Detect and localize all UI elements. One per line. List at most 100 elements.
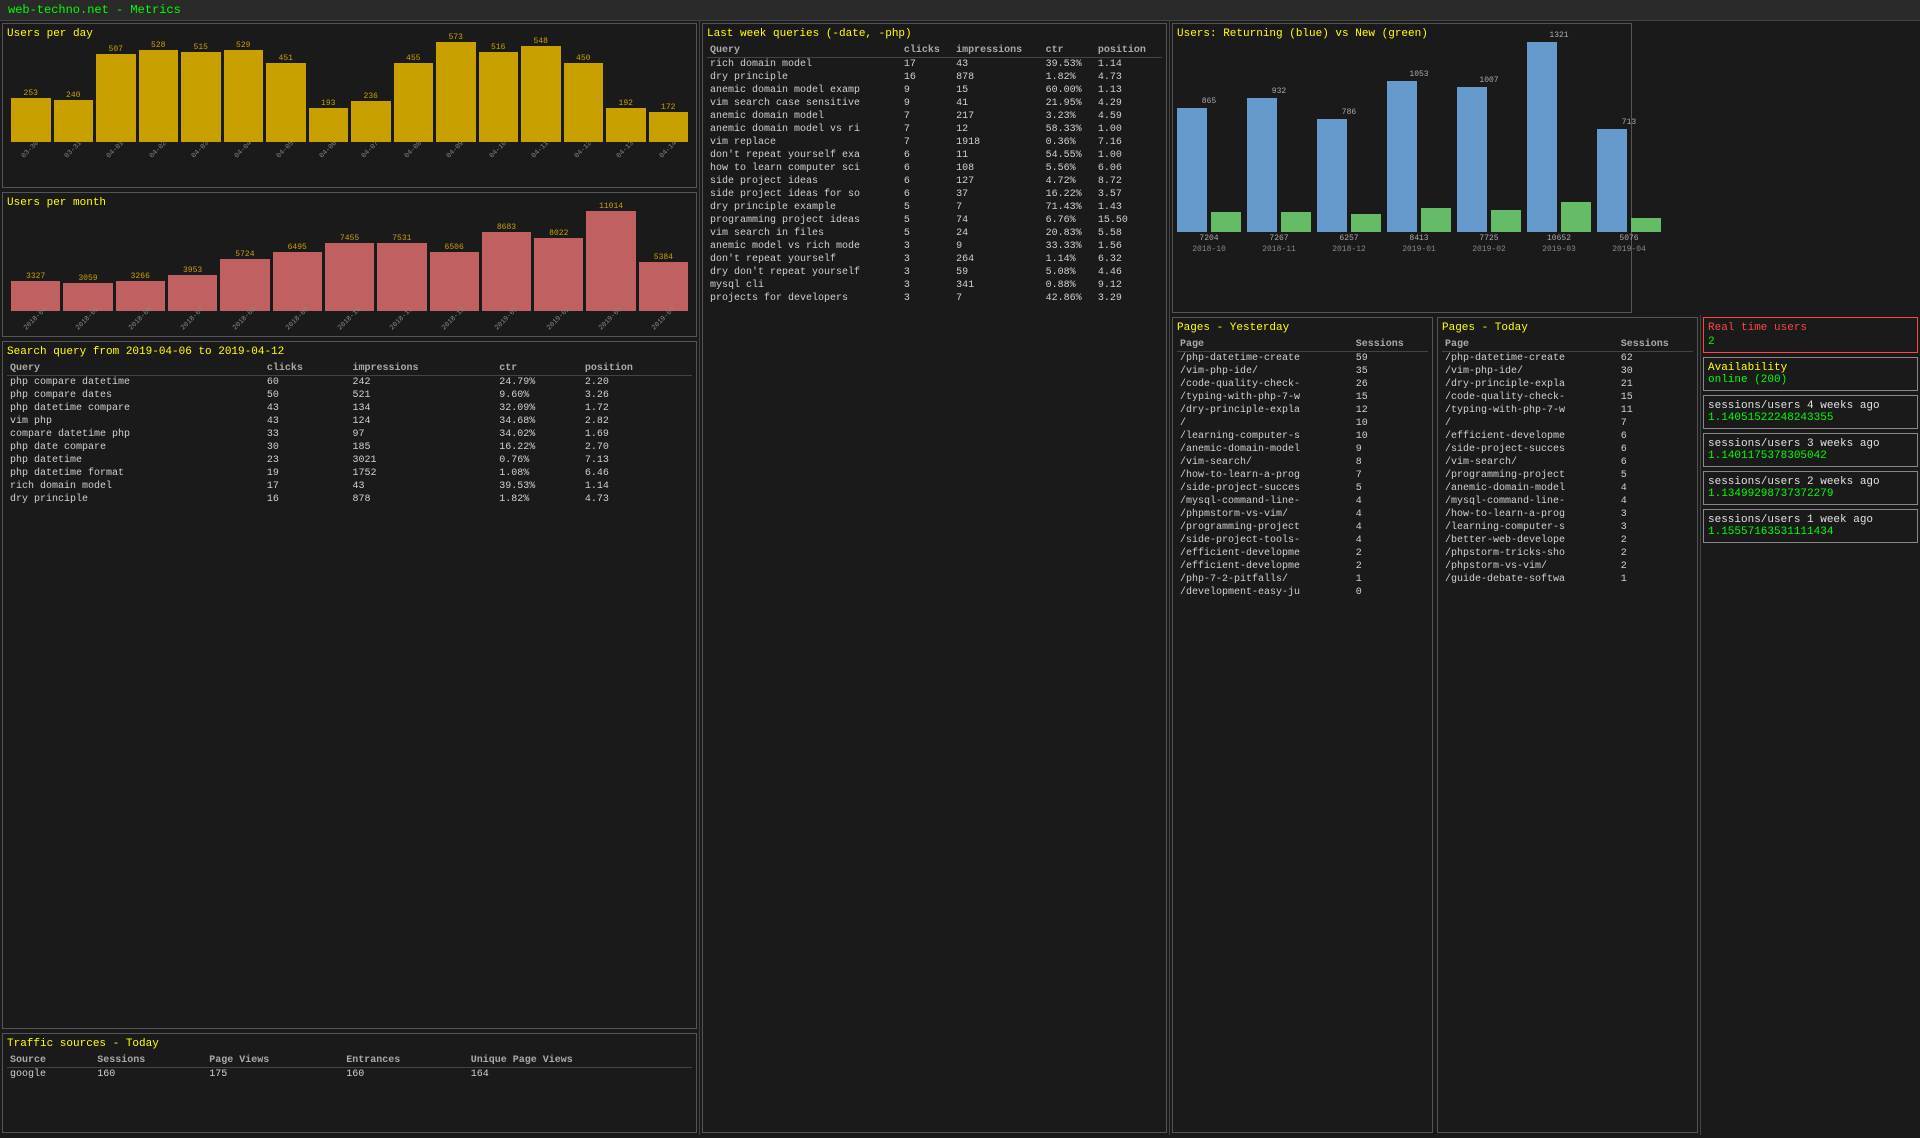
search-query-table: Query clicks impressions ctr position ph… <box>7 362 692 506</box>
table-row: /mysql-command-line-4 <box>1177 495 1428 508</box>
returning-bars: 865 7204 2018-10 932 7267 2018-11 786 62… <box>1177 44 1627 254</box>
lw-col-impressions: impressions <box>953 44 1043 58</box>
sessions-1w-value: 1.15557163531111434 <box>1708 526 1913 538</box>
table-row: /anemic-domain-model4 <box>1442 482 1693 495</box>
table-row: /typing-with-php-7-w11 <box>1442 404 1693 417</box>
table-row: google160175160164 <box>7 1068 692 1082</box>
table-row: /learning-computer-s3 <box>1442 521 1693 534</box>
title-bar: web-techno.net - Metrics <box>0 0 1920 21</box>
table-row: php compare datetime6024224.79%2.20 <box>7 376 692 390</box>
day-bar-item: 192 04-13 <box>606 97 646 154</box>
table-row: /10 <box>1177 417 1428 430</box>
table-row: /guide-debate-softwa1 <box>1442 573 1693 586</box>
traffic-sources-section: Traffic sources - Today Source Sessions … <box>2 1033 697 1133</box>
table-row: /vim-search/8 <box>1177 456 1428 469</box>
month-bar-chart: 3327 2018-04 3059 2018-05 3266 2018-06 3… <box>7 213 692 323</box>
table-row: compare datetime php339734.02%1.69 <box>7 428 692 441</box>
traffic-sources-table: Source Sessions Page Views Entrances Uni… <box>7 1054 692 1081</box>
realtime-box: Real time users 2 <box>1703 317 1918 353</box>
table-row: /development-easy-ju0 <box>1177 586 1428 599</box>
day-bar-item: 515 04-03 <box>181 41 221 154</box>
table-row: vim replace719180.36%7.16 <box>707 136 1162 149</box>
table-row: /anemic-domain-model9 <box>1177 443 1428 456</box>
last-week-queries-section: Last week queries (-date, -php) Query cl… <box>702 23 1167 1133</box>
right-info-panel: Real time users 2 Availability online (2… <box>1700 315 1920 1135</box>
table-row: don't repeat yourself32641.14%6.32 <box>707 253 1162 266</box>
day-bar-item: 548 04-11 <box>521 35 561 154</box>
sessions-2w-label: sessions/users 2 weeks ago <box>1708 476 1913 488</box>
sessions-2w-value: 1.13499298737372279 <box>1708 488 1913 500</box>
table-row: /efficient-developme2 <box>1177 560 1428 573</box>
table-row: side project ideas for so63716.22%3.57 <box>707 188 1162 201</box>
users-per-day-chart: Users per day 253 03-30 240 03-31 507 04… <box>2 23 697 188</box>
table-row: /mysql-command-line-4 <box>1442 495 1693 508</box>
sessions-1w-box: sessions/users 1 week ago 1.155571635311… <box>1703 509 1918 543</box>
table-row: /programming-project4 <box>1177 521 1428 534</box>
table-row: /7 <box>1442 417 1693 430</box>
table-row: /dry-principle-expla21 <box>1442 378 1693 391</box>
table-row: /efficient-developme2 <box>1177 547 1428 560</box>
ret-bar-group: 1007 7725 2019-02 <box>1457 76 1521 254</box>
day-bar-item: 451 04-05 <box>266 52 306 154</box>
month-bar-item: 7531 2018-11 <box>377 232 426 323</box>
table-row: anemic domain model examp91560.00%1.13 <box>707 84 1162 97</box>
ret-bar-group: 1053 8413 2019-01 <box>1387 70 1451 254</box>
table-row: php date compare3018516.22%2.70 <box>7 441 692 454</box>
table-row: /vim-php-ide/30 <box>1442 365 1693 378</box>
table-row: /side-project-tools-4 <box>1177 534 1428 547</box>
table-row: /efficient-developme6 <box>1442 430 1693 443</box>
ret-bar-group: 932 7267 2018-11 <box>1247 87 1311 254</box>
day-bar-item: 529 04-04 <box>224 39 264 154</box>
day-bar-item: 236 04-07 <box>351 90 391 154</box>
sessions-4w-value: 1.14051522248243355 <box>1708 412 1913 424</box>
sessions-3w-box: sessions/users 3 weeks ago 1.14011753783… <box>1703 433 1918 467</box>
day-bar-item: 240 03-31 <box>54 89 94 154</box>
pages-yesterday-section: Pages - Yesterday Page Sessions /php-dat… <box>1172 317 1433 1133</box>
day-bar-item: 253 03-30 <box>11 87 51 154</box>
sessions-3w-label: sessions/users 3 weeks ago <box>1708 438 1913 450</box>
month-bar-item: 5384 2019-04 <box>639 251 688 323</box>
table-row: rich domain model174339.53%1.14 <box>7 480 692 493</box>
realtime-value: 2 <box>1708 336 1913 348</box>
table-row: /vim-php-ide/35 <box>1177 365 1428 378</box>
ts-col-source: Source <box>7 1054 94 1068</box>
table-row: php compare dates505219.60%3.26 <box>7 389 692 402</box>
month-bar-item: 11014 2019-03 <box>586 200 635 323</box>
sq-col-query: Query <box>7 362 264 376</box>
table-row: php datetime compare4313432.09%1.72 <box>7 402 692 415</box>
month-bar-item: 3266 2018-06 <box>116 270 165 323</box>
sq-col-position: position <box>582 362 692 376</box>
month-bar-item: 8683 2019-01 <box>482 221 531 323</box>
table-row: /code-quality-check-26 <box>1177 378 1428 391</box>
sessions-1w-label: sessions/users 1 week ago <box>1708 514 1913 526</box>
ret-bar-group: 865 7204 2018-10 <box>1177 97 1241 254</box>
table-row: dry principle example5771.43%1.43 <box>707 201 1162 214</box>
ret-bar-group: 1321 10652 2019-03 <box>1527 31 1591 254</box>
lw-col-position: position <box>1095 44 1162 58</box>
ts-col-entrances: Entrances <box>343 1054 468 1068</box>
month-bar-item: 3059 2018-05 <box>63 272 112 323</box>
ret-bar-group: 713 5076 2019-04 <box>1597 118 1661 254</box>
lw-col-ctr: ctr <box>1043 44 1095 58</box>
page-title: web-techno.net - Metrics <box>8 3 181 17</box>
sq-col-impressions: impressions <box>349 362 496 376</box>
day-bar-item: 455 04-08 <box>394 52 434 154</box>
day-bar-item: 573 04-09 <box>436 31 476 154</box>
py-col-page: Page <box>1177 338 1353 352</box>
ret-bar-group: 786 6257 2018-12 <box>1317 108 1381 254</box>
table-row: /php-datetime-create59 <box>1177 352 1428 366</box>
table-row: programming project ideas5746.76%15.50 <box>707 214 1162 227</box>
last-week-title: Last week queries (-date, -php) <box>707 28 1162 40</box>
table-row: /dry-principle-expla12 <box>1177 404 1428 417</box>
table-row: dry don't repeat yourself3595.08%4.46 <box>707 266 1162 279</box>
pages-today-table: Page Sessions /php-datetime-create62 /vi… <box>1442 338 1693 586</box>
table-row: dry principle168781.82%4.73 <box>7 493 692 506</box>
month-bar-item: 7455 2018-10 <box>325 232 374 323</box>
day-bar-item: 450 04-12 <box>564 52 604 154</box>
table-row: /how-to-learn-a-prog7 <box>1177 469 1428 482</box>
table-row: vim search case sensitive94121.95%4.29 <box>707 97 1162 110</box>
day-bar-item: 528 04-02 <box>139 39 179 154</box>
table-row: /programming-project5 <box>1442 469 1693 482</box>
pt-col-sessions: Sessions <box>1618 338 1693 352</box>
lw-col-clicks: clicks <box>901 44 953 58</box>
